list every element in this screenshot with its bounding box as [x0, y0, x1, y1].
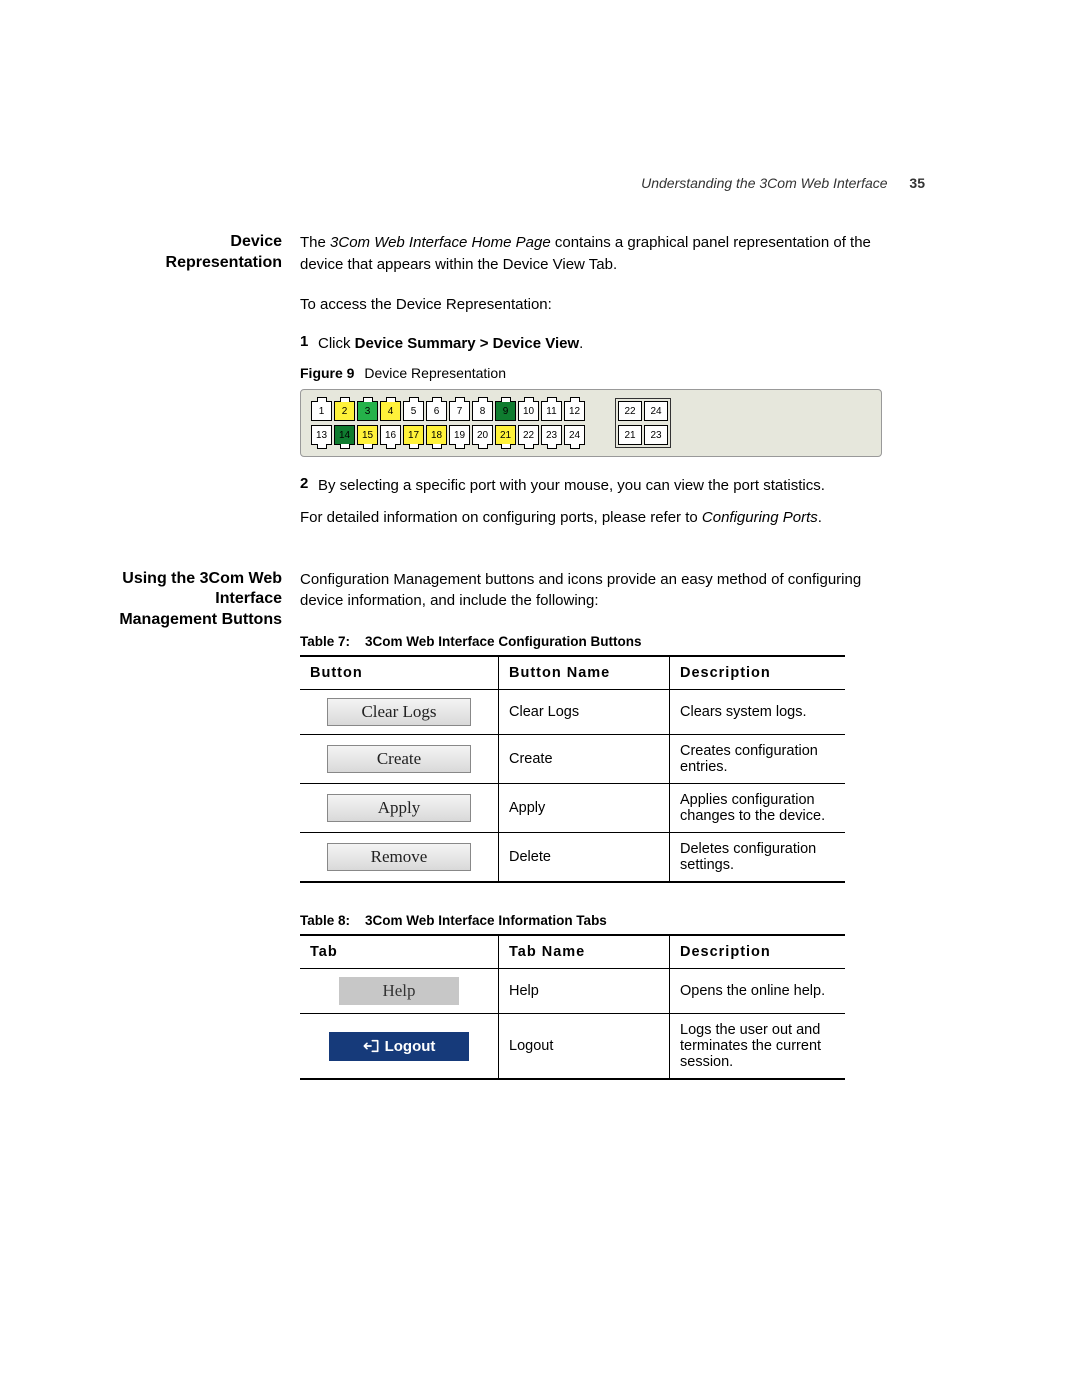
table-8-h3: Description: [670, 935, 846, 969]
port-11[interactable]: 11: [541, 401, 562, 421]
table-8-h1: Tab: [300, 935, 499, 969]
figure-9-caption: Figure 9 Device Representation: [300, 365, 900, 381]
aux-port-22[interactable]: 22: [618, 401, 642, 421]
port-12[interactable]: 12: [564, 401, 585, 421]
button-name-cell: Create: [499, 735, 670, 784]
description-cell: Applies configuration changes to the dev…: [670, 784, 846, 833]
port-8[interactable]: 8: [472, 401, 493, 421]
side-heading-management-buttons: Using the 3Com Web Interface Management …: [0, 569, 300, 631]
table-row: Clear LogsClear LogsClears system logs.: [300, 690, 845, 735]
port-5[interactable]: 5: [403, 401, 424, 421]
description-cell: Creates configuration entries.: [670, 735, 846, 784]
port-21[interactable]: 21: [495, 425, 516, 445]
logout-tab[interactable]: Logout: [329, 1032, 469, 1061]
side-heading-device-representation: Device Representation: [0, 232, 300, 274]
access-paragraph: To access the Device Representation:: [300, 294, 900, 316]
port-9[interactable]: 9: [495, 401, 516, 421]
port-6[interactable]: 6: [426, 401, 447, 421]
device-representation-graphic: 123456789101112 131415161718192021222324…: [300, 389, 882, 457]
running-header: Understanding the 3Com Web Interface 35: [641, 175, 925, 191]
table-7: Button Button Name Description Clear Log…: [300, 655, 845, 883]
create-button[interactable]: Create: [327, 745, 471, 773]
description-cell: Deletes configuration settings.: [670, 833, 846, 883]
table-row: ApplyApplyApplies configuration changes …: [300, 784, 845, 833]
tab-name-cell: Logout: [499, 1014, 670, 1080]
port-18[interactable]: 18: [426, 425, 447, 445]
port-10[interactable]: 10: [518, 401, 539, 421]
port-24[interactable]: 24: [564, 425, 585, 445]
description-cell: Opens the online help.: [670, 969, 846, 1014]
table-7-h1: Button: [300, 656, 499, 690]
logout-icon: [363, 1039, 379, 1053]
step-2: 2 By selecting a specific port with your…: [300, 475, 900, 497]
intro-paragraph: The 3Com Web Interface Home Page contain…: [300, 232, 900, 276]
port-19[interactable]: 19: [449, 425, 470, 445]
running-title: Understanding the 3Com Web Interface: [641, 175, 887, 191]
port-14[interactable]: 14: [334, 425, 355, 445]
table-row: Remove DeleteDeletes configuration settin…: [300, 833, 845, 883]
table-8: Tab Tab Name Description HelpHelpOpens t…: [300, 934, 845, 1080]
step-1: 1 Click Device Summary > Device View.: [300, 333, 900, 355]
description-cell: Logs the user out and terminates the cur…: [670, 1014, 846, 1080]
port-15[interactable]: 15: [357, 425, 378, 445]
aux-port-block: 2224 2123: [615, 398, 671, 448]
button-name-cell: Apply: [499, 784, 670, 833]
port-7[interactable]: 7: [449, 401, 470, 421]
description-cell: Clears system logs.: [670, 690, 846, 735]
port-2[interactable]: 2: [334, 401, 355, 421]
port-1[interactable]: 1: [311, 401, 332, 421]
table-row: LogoutLogoutLogs the user out and termin…: [300, 1014, 845, 1080]
apply-button[interactable]: Apply: [327, 794, 471, 822]
help-tab[interactable]: Help: [339, 977, 459, 1005]
aux-port-21[interactable]: 21: [618, 425, 642, 445]
table-row: CreateCreateCreates configuration entrie…: [300, 735, 845, 784]
port-20[interactable]: 20: [472, 425, 493, 445]
table-8-caption: Table 8: 3Com Web Interface Information …: [300, 913, 900, 928]
port-17[interactable]: 17: [403, 425, 424, 445]
clear-logs-button[interactable]: Clear Logs: [327, 698, 471, 726]
mgmt-intro: Configuration Management buttons and ico…: [300, 569, 900, 613]
table-7-h2: Button Name: [499, 656, 670, 690]
port-4[interactable]: 4: [380, 401, 401, 421]
page-number: 35: [909, 175, 925, 191]
button-name-cell: Clear Logs: [499, 690, 670, 735]
table-7-caption: Table 7: 3Com Web Interface Configuratio…: [300, 634, 900, 649]
button-name-cell: Delete: [499, 833, 670, 883]
detail-paragraph: For detailed information on configuring …: [300, 507, 900, 529]
table-row: HelpHelpOpens the online help.: [300, 969, 845, 1014]
port-13[interactable]: 13: [311, 425, 332, 445]
remove-button[interactable]: Remove: [327, 843, 471, 871]
port-23[interactable]: 23: [541, 425, 562, 445]
tab-name-cell: Help: [499, 969, 670, 1014]
table-8-h2: Tab Name: [499, 935, 670, 969]
port-3[interactable]: 3: [357, 401, 378, 421]
port-22[interactable]: 22: [518, 425, 539, 445]
port-16[interactable]: 16: [380, 425, 401, 445]
aux-port-24[interactable]: 24: [644, 401, 668, 421]
table-7-h3: Description: [670, 656, 846, 690]
aux-port-23[interactable]: 23: [644, 425, 668, 445]
